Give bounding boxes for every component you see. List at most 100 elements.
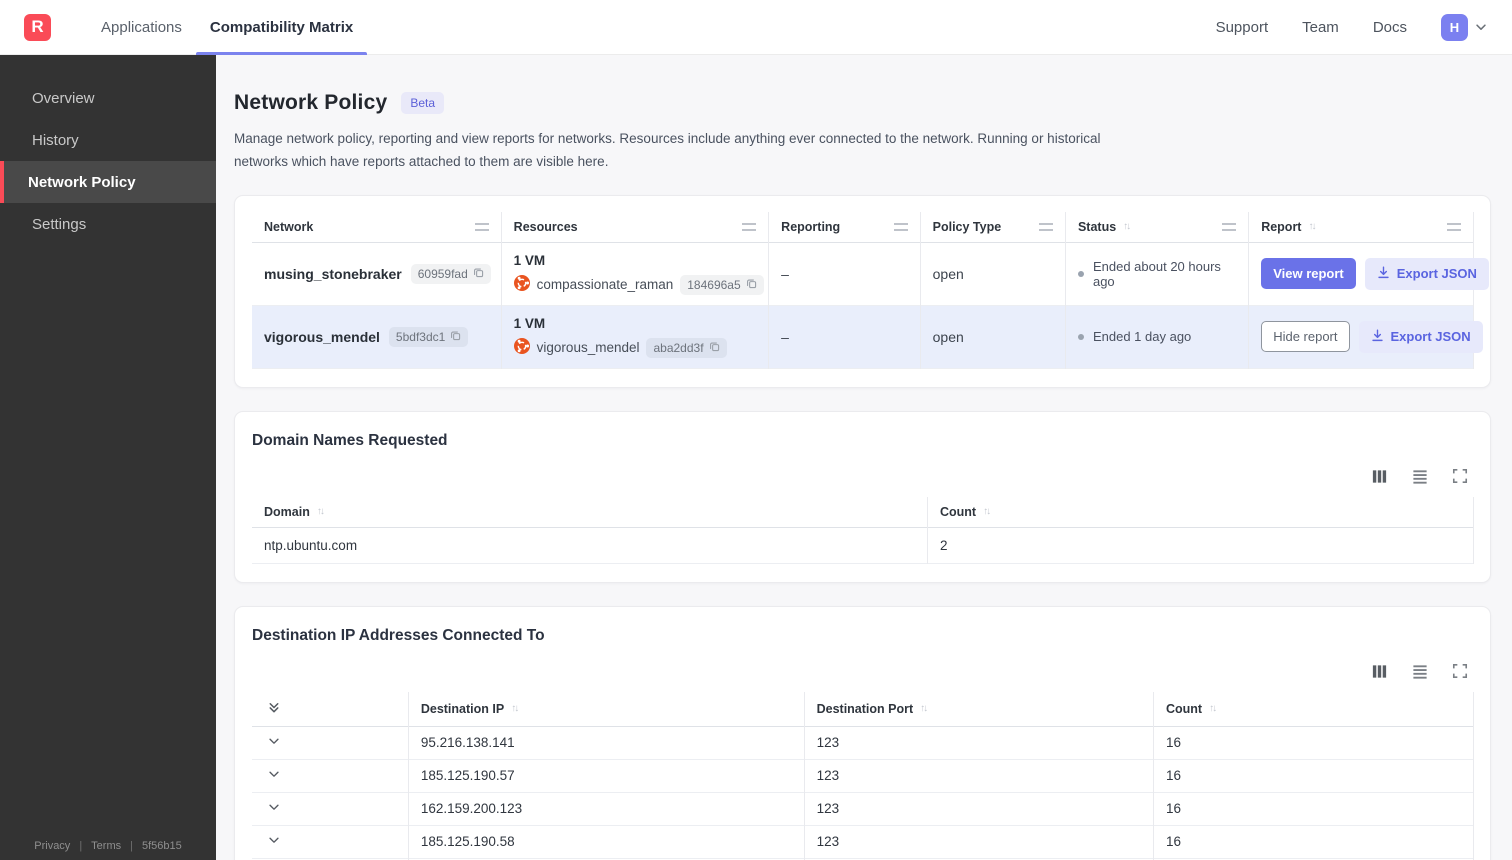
nav-link-support[interactable]: Support (1216, 19, 1269, 36)
network-row-vigorous-mendel: vigorous_mendel 5bdf3dc1 1 VM vigorous_m… (252, 305, 1483, 369)
dest-ip-cell: 162.159.200.123 (408, 792, 805, 826)
network-row-musing-stonebraker: musing_stonebraker 60959fad 1 VM compass… (252, 242, 1489, 306)
rows-density-icon[interactable] (1411, 468, 1429, 485)
column-resize-handle[interactable] (1222, 222, 1237, 231)
column-header-network[interactable]: Network (252, 211, 502, 243)
column-resize-handle[interactable] (742, 222, 757, 231)
row-expander-cell (252, 792, 409, 826)
column-header-policy-type[interactable]: Policy Type (920, 211, 1066, 243)
dest-port-cell: 123 (804, 759, 1154, 793)
column-label: Status (1077, 219, 1117, 234)
column-resize-handle[interactable] (893, 222, 908, 231)
column-header-count[interactable]: Count ↑↓ (927, 496, 1475, 528)
ubuntu-icon (513, 338, 530, 357)
dest-ip-table-body: 95.216.138.141 123 16 185.125.190.57 123… (252, 726, 1475, 860)
column-label: Network (264, 219, 314, 234)
expand-row-icon[interactable] (267, 833, 281, 847)
status-dot-icon (1077, 270, 1084, 277)
export-json-button[interactable]: Export JSON (1358, 320, 1483, 353)
copy-icon[interactable] (450, 330, 461, 344)
dest-ip-table-header-row: Destination IP ↑↓ Destination Port ↑↓ Co… (252, 691, 1475, 727)
terms-link[interactable]: Terms (91, 840, 121, 852)
fullscreen-icon[interactable] (1452, 468, 1468, 484)
privacy-link[interactable]: Privacy (34, 840, 70, 852)
columns-icon[interactable] (1371, 663, 1388, 680)
build-version: 5f56b15 (141, 840, 182, 852)
column-header-expander[interactable] (252, 691, 409, 727)
export-json-label: Export JSON (1396, 266, 1477, 282)
expand-row-icon[interactable] (267, 767, 281, 781)
download-icon (1371, 329, 1384, 345)
rows-density-icon[interactable] (1411, 663, 1429, 680)
dest-ip-cell: 95.216.138.141 (408, 726, 805, 760)
copy-icon[interactable] (709, 341, 720, 355)
reporting-cell: – (768, 305, 921, 369)
sidebar-item-settings-label: Settings (32, 215, 87, 233)
row-expander-cell (252, 759, 409, 793)
sidebar: Overview History Network Policy Settings… (0, 55, 216, 860)
tab-compatibility-matrix-label: Compatibility Matrix (209, 18, 354, 36)
fullscreen-icon[interactable] (1452, 663, 1468, 679)
column-header-status[interactable]: Status ↑↓ (1065, 211, 1250, 243)
app-logo[interactable]: R (24, 13, 51, 41)
nav-link-docs[interactable]: Docs (1373, 19, 1407, 36)
sidebar-item-overview[interactable]: Overview (0, 77, 216, 119)
copy-icon[interactable] (473, 267, 484, 281)
column-header-domain[interactable]: Domain ↑↓ (252, 496, 928, 528)
expand-all-icon[interactable] (267, 700, 281, 715)
domain-names-card: Domain Names Requested Domain ↑↓ Count ↑… (234, 410, 1491, 583)
copy-icon[interactable] (746, 278, 757, 292)
export-json-button[interactable]: Export JSON (1364, 257, 1489, 290)
column-label: Destination IP (420, 701, 505, 716)
dest-ip-row: 185.125.190.58 123 16 (252, 825, 1475, 859)
dest-port-cell: 123 (804, 726, 1154, 760)
dest-ip-card-toolbar (252, 663, 1468, 680)
active-tab-indicator (195, 51, 368, 55)
column-resize-handle[interactable] (474, 222, 489, 231)
tab-compatibility-matrix[interactable]: Compatibility Matrix (195, 0, 368, 55)
sidebar-item-history[interactable]: History (0, 119, 216, 161)
resource-id: 184696a5 (687, 277, 741, 292)
status-dot-icon (1077, 333, 1084, 340)
nav-link-team[interactable]: Team (1302, 19, 1339, 36)
tab-applications[interactable]: Applications (87, 0, 196, 55)
sidebar-item-history-label: History (32, 131, 79, 149)
report-cell: Hide report Export JSON (1248, 305, 1483, 369)
sidebar-item-network-policy[interactable]: Network Policy (0, 161, 216, 203)
vm-count: 1 VM (513, 252, 546, 268)
sort-icon: ↑↓ (1308, 221, 1316, 233)
domain-card-toolbar (252, 468, 1468, 485)
row-expander-cell (252, 825, 409, 859)
domain-table: Domain ↑↓ Count ↑↓ ntp.ubuntu.com 2 (252, 496, 1475, 564)
resource-name: compassionate_raman (536, 277, 674, 293)
user-menu[interactable]: H (1441, 13, 1488, 41)
networks-table: Network Resources Reporting Policy Type (252, 211, 1489, 369)
column-label: Domain (264, 504, 310, 519)
column-resize-handle[interactable] (1038, 222, 1053, 231)
column-label: Reporting (781, 219, 841, 234)
column-label: Resources (513, 219, 578, 234)
dest-ip-row: 185.125.190.57 123 16 (252, 759, 1475, 793)
column-label: Destination Port (816, 701, 914, 716)
network-id: 60959fad (417, 266, 468, 281)
dest-ip-cell: 185.125.190.58 (408, 825, 805, 859)
dest-ip-row: 95.216.138.141 123 16 (252, 726, 1475, 760)
export-json-label: Export JSON (1390, 329, 1471, 345)
sidebar-footer: Privacy | Terms | 5f56b15 (0, 840, 216, 852)
column-header-report[interactable]: Report ↑↓ (1248, 211, 1474, 243)
dest-port-cell: 123 (804, 792, 1154, 826)
sidebar-item-settings[interactable]: Settings (0, 203, 216, 245)
sidebar-item-network-policy-label: Network Policy (28, 173, 136, 191)
columns-icon[interactable] (1371, 468, 1388, 485)
view-report-button[interactable]: View report (1261, 258, 1356, 290)
hide-report-button[interactable]: Hide report (1261, 321, 1350, 353)
column-header-count[interactable]: Count ↑↓ (1153, 691, 1475, 727)
column-header-resources[interactable]: Resources (501, 211, 770, 243)
policy-type-cell: open (920, 305, 1066, 369)
column-resize-handle[interactable] (1447, 222, 1461, 231)
column-header-destination-port[interactable]: Destination Port ↑↓ (804, 691, 1154, 727)
column-header-destination-ip[interactable]: Destination IP ↑↓ (408, 691, 805, 727)
column-header-reporting[interactable]: Reporting (768, 211, 921, 243)
expand-row-icon[interactable] (267, 734, 281, 748)
expand-row-icon[interactable] (267, 800, 281, 814)
